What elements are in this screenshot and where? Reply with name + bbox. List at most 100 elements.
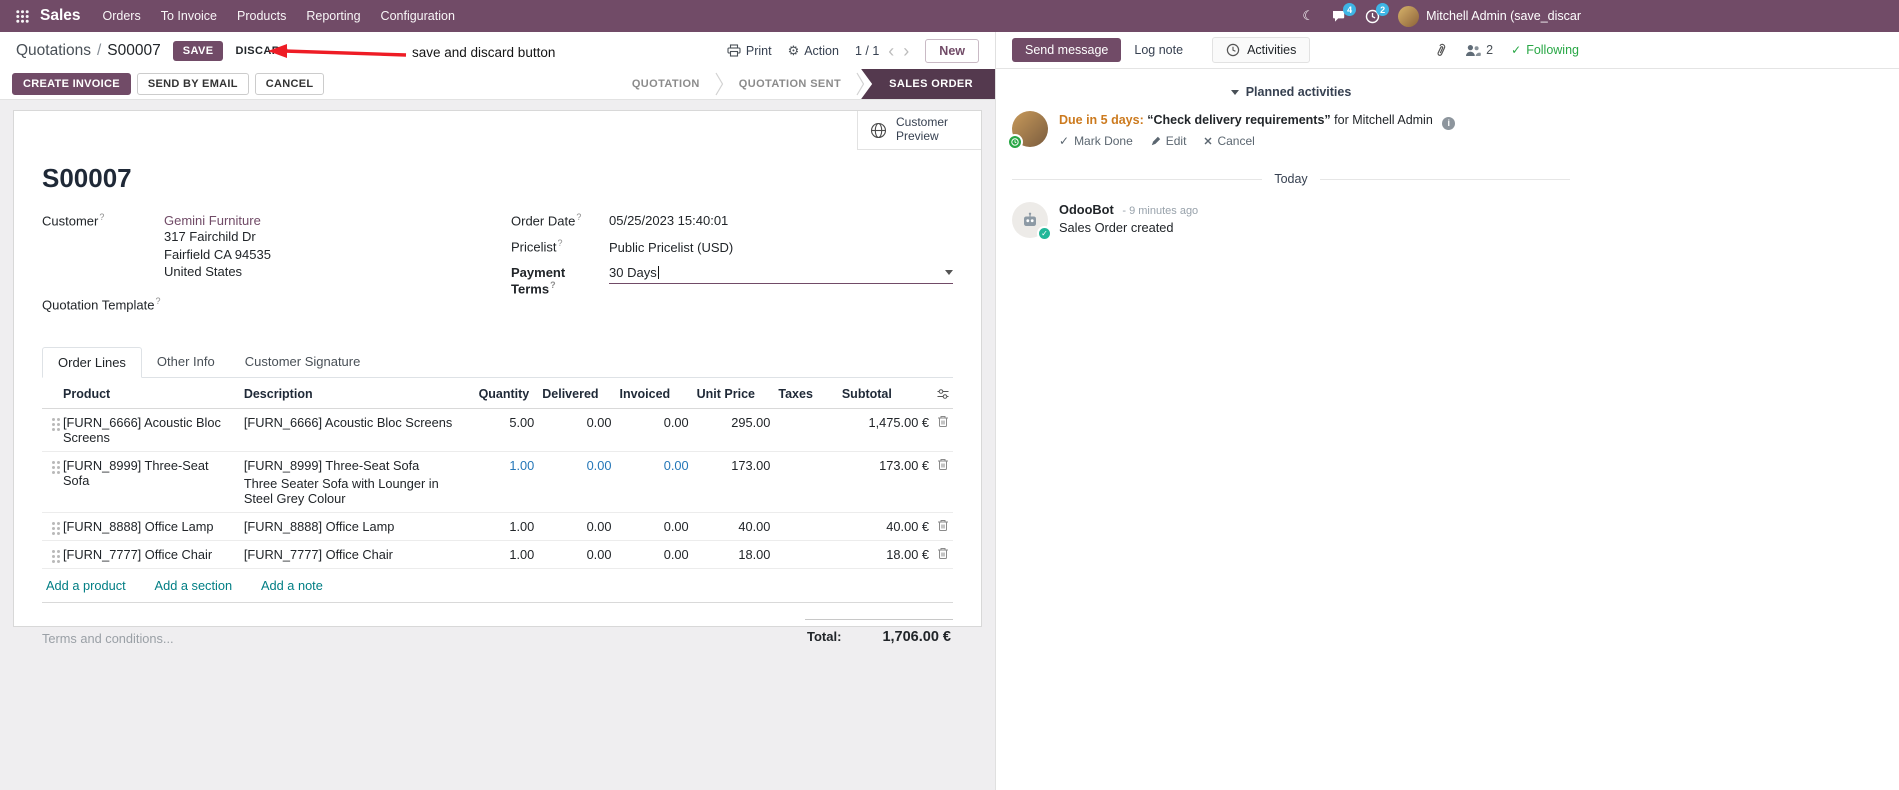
activity-due: Due in 5 days: [1059,113,1144,127]
add-section-link[interactable]: Add a section [155,578,233,593]
notebook-tabs: Order Lines Other Info Customer Signatur… [42,346,953,378]
chatter-topbar: Send message Log note Activities 2 ✓ Fol… [996,32,1899,69]
print-button[interactable]: Print [727,44,772,58]
log-note-button[interactable]: Log note [1121,38,1196,62]
customer-preview-button[interactable]: Customer Preview [857,111,981,150]
form-sheet: Customer Preview S00007 Customer? Gemini… [13,110,982,646]
status-step-quotation-sent[interactable]: QUOTATION SENT [723,69,857,99]
taxes-cell [774,539,838,568]
dropdown-caret-icon[interactable] [945,269,953,275]
customer-field-value: Gemini Furniture 317 Fairchild Dr Fairfi… [164,213,271,280]
subtotal-cell: 1,475.00 € [868,414,930,430]
delete-row-icon[interactable] [933,450,953,512]
table-row[interactable]: [FURN_8888] Office Lamp [FURN_8888] Offi… [42,511,953,540]
drag-handle-icon[interactable] [52,521,55,525]
save-button[interactable]: SAVE [172,40,224,61]
robot-icon [1024,212,1036,226]
cancel-button[interactable]: CANCEL [254,73,325,95]
status-step-quotation[interactable]: QUOTATION [616,69,715,99]
following-button[interactable]: ✓ Following [1511,43,1579,57]
chatter-topbar-icons: 2 ✓ Following [1434,43,1579,58]
systray: ☾ 4 2 Mitchell Admin (save_discar [1302,0,1581,32]
edit-activity-button[interactable]: Edit [1151,134,1186,148]
dark-mode-moon-icon[interactable]: ☾ [1302,0,1314,32]
user-menu[interactable]: Mitchell Admin (save_discar [1398,5,1581,27]
col-invoiced[interactable]: Invoiced [615,379,693,409]
pager-previous-icon[interactable]: ‹ [888,42,894,60]
menu-orders[interactable]: Orders [93,0,151,32]
col-product[interactable]: Product [59,379,240,409]
send-message-button[interactable]: Send message [1012,38,1122,62]
description-cell: [FURN_8888] Office Lamp [239,511,475,540]
delete-row-icon[interactable] [933,539,953,568]
message-timestamp: - 9 minutes ago [1122,205,1199,218]
pager-next-icon[interactable]: › [903,42,909,60]
add-note-link[interactable]: Add a note [261,578,323,593]
col-subtotal[interactable]: Subtotal [837,379,933,409]
menu-configuration[interactable]: Configuration [371,0,465,32]
control-panel-right: Print ⚙ Action 1 / 1 ‹ › New [727,38,979,63]
col-description[interactable]: Description [239,379,475,409]
message-author[interactable]: OdooBot [1059,202,1114,217]
drag-handle-icon[interactable] [52,549,55,553]
activities-clock-icon[interactable]: 2 [1365,0,1390,32]
messages-icon[interactable]: 4 [1332,0,1357,32]
activities-tab[interactable]: Activities [1212,37,1311,63]
menu-products[interactable]: Products [227,0,296,32]
info-icon[interactable]: i [1442,117,1456,131]
customer-link[interactable]: Gemini Furniture [164,213,271,228]
quantity-cell: 5.00 [509,414,535,430]
order-date-value[interactable]: 05/25/2023 15:40:01 [609,213,728,228]
create-invoice-button[interactable]: CREATE INVOICE [12,73,131,95]
tab-other-info[interactable]: Other Info [142,347,230,377]
menu-reporting[interactable]: Reporting [296,0,370,32]
pricelist-label: Pricelist? [511,238,563,255]
user-name: Mitchell Admin (save_discar [1426,9,1581,23]
delete-row-icon[interactable] [933,511,953,540]
col-delivered[interactable]: Delivered [538,379,616,409]
payment-terms-value: 30 Days [609,264,657,280]
breadcrumb-quotations-link[interactable]: Quotations [16,42,91,60]
attachments-paperclip-icon[interactable] [1434,43,1447,58]
followers-button[interactable]: 2 [1465,43,1493,57]
tab-order-lines[interactable]: Order Lines [42,346,142,378]
messages-badge: 4 [1343,3,1357,16]
col-taxes[interactable]: Taxes [774,379,838,409]
unit-price-cell: 40.00 [692,511,775,540]
cancel-activity-button[interactable]: Cancel [1204,134,1255,148]
today-label: Today [1274,172,1308,187]
odoo-app: Sales Orders To Invoice Products Reporti… [0,0,1899,790]
table-row[interactable]: [FURN_6666] Acoustic Bloc Screens [FURN_… [42,408,953,451]
pencil-icon [1151,137,1160,146]
drag-handle-icon[interactable] [52,460,55,464]
unit-price-cell: 295.00 [731,414,771,430]
terms-placeholder[interactable]: Terms and conditions... [42,631,174,646]
optional-columns-icon[interactable] [933,379,953,409]
col-unit-price[interactable]: Unit Price [692,379,775,409]
activities-badge: 2 [1376,3,1390,16]
unit-price-cell: 18.00 [692,539,775,568]
top-navbar: Sales Orders To Invoice Products Reporti… [0,0,1899,32]
table-row[interactable]: [FURN_8999] Three-Seat Sofa [FURN_8999] … [42,450,953,512]
add-product-link[interactable]: Add a product [46,578,126,593]
payment-terms-input[interactable]: 30 Days [609,265,953,284]
tab-customer-signature[interactable]: Customer Signature [230,347,376,377]
delivered-cell: 0.00 [538,450,616,512]
send-by-email-button[interactable]: SEND BY EMAIL [136,73,249,95]
col-quantity[interactable]: Quantity [474,379,539,409]
pricelist-value[interactable]: Public Pricelist (USD) [609,240,733,255]
new-button[interactable]: New [925,38,979,63]
app-name[interactable]: Sales [40,7,81,25]
description-cell: [FURN_6666] Acoustic Bloc Screens [243,414,453,430]
activity-assignee: for Mitchell Admin [1334,113,1433,127]
planned-activities-header[interactable]: Planned activities [996,85,1586,99]
mark-done-button[interactable]: ✓ Mark Done [1059,134,1133,148]
table-row[interactable]: [FURN_7777] Office Chair [FURN_7777] Off… [42,539,953,568]
status-step-sales-order[interactable]: SALES ORDER [861,69,995,99]
menu-to-invoice[interactable]: To Invoice [151,0,227,32]
drag-handle-icon[interactable] [52,417,55,421]
message-body: Sales Order created [1059,220,1174,236]
delete-row-icon[interactable] [933,408,953,451]
apps-grid-icon[interactable] [8,0,36,32]
action-menu-button[interactable]: ⚙ Action [788,43,839,59]
